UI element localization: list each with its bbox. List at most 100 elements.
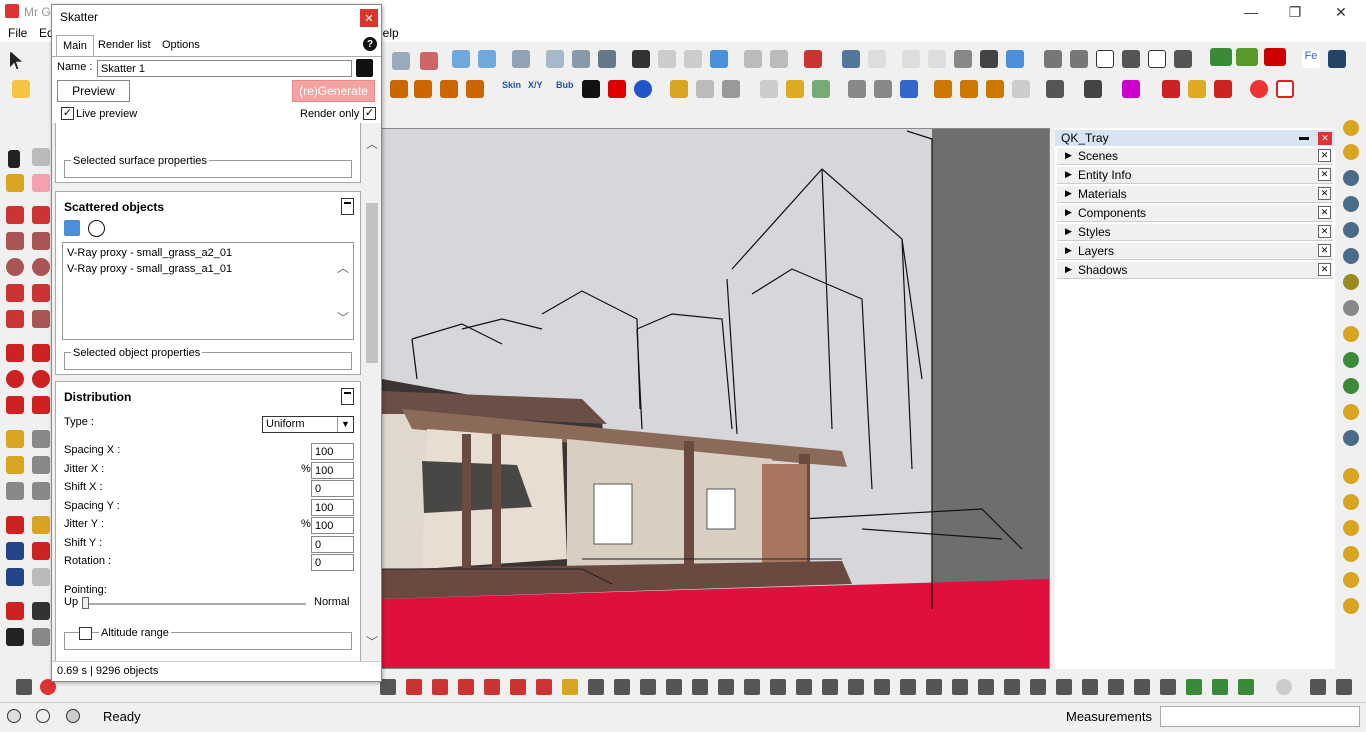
- list-scroll-up-icon[interactable]: ︿: [337, 259, 349, 276]
- zoom-icon[interactable]: [6, 542, 24, 560]
- tray-panel-entity-info[interactable]: ▶ Entity Info ✕: [1057, 167, 1333, 184]
- tray-panel-scenes[interactable]: ▶ Scenes ✕: [1057, 148, 1333, 165]
- house2-icon[interactable]: [1122, 50, 1140, 68]
- geo-location-icon[interactable]: [7, 709, 21, 723]
- push-n-icon[interactable]: [414, 80, 432, 98]
- select-tool-icon[interactable]: [10, 51, 22, 69]
- bottom-tool-1-icon[interactable]: [16, 679, 32, 695]
- dialog-scrollbar[interactable]: ︿ ﹀: [363, 123, 381, 663]
- tray-panel-styles[interactable]: ▶ Styles ✕: [1057, 224, 1333, 241]
- arrow-tool-icon[interactable]: [900, 80, 918, 98]
- spacing-x-input[interactable]: [311, 443, 354, 460]
- tag-icon[interactable]: [1343, 144, 1359, 160]
- freehand-icon[interactable]: [32, 206, 50, 224]
- close-panel-icon[interactable]: ✕: [1318, 244, 1331, 257]
- m-icon[interactable]: [1343, 120, 1359, 136]
- spacing-y-input[interactable]: [311, 499, 354, 516]
- look-around-icon[interactable]: [32, 602, 50, 620]
- line-icon[interactable]: [6, 206, 24, 224]
- bottom-tool-22-icon[interactable]: [874, 679, 890, 695]
- bottom-tool-16-icon[interactable]: [718, 679, 734, 695]
- scattered-objects-list[interactable]: V-Ray proxy - small_grass_a2_01 V-Ray pr…: [62, 242, 354, 340]
- plant-icon[interactable]: [1210, 48, 1232, 66]
- pause-icon[interactable]: [1343, 430, 1359, 446]
- bottom-tool-27-icon[interactable]: [1004, 679, 1020, 695]
- bottom-tool-36-icon[interactable]: [1238, 679, 1254, 695]
- section-tool-icon[interactable]: [32, 628, 50, 646]
- menu-help[interactable]: lelp: [380, 26, 399, 40]
- paint-tool-icon[interactable]: [12, 80, 30, 98]
- pencil-icon[interactable]: [804, 50, 822, 68]
- bottom-tool-20-icon[interactable]: [822, 679, 838, 695]
- tree-icon[interactable]: [1343, 352, 1359, 368]
- globe-icon[interactable]: [1343, 404, 1359, 420]
- pointing-slider-track[interactable]: [82, 603, 306, 605]
- circle-icon[interactable]: [6, 258, 24, 276]
- cursor-icon[interactable]: [1328, 50, 1346, 68]
- bottom-tool-39-icon[interactable]: [1336, 679, 1352, 695]
- bottom-tool-38-icon[interactable]: [1310, 679, 1326, 695]
- bottom-tool-30-icon[interactable]: [1082, 679, 1098, 695]
- tray-panel-materials[interactable]: ▶ Materials ✕: [1057, 186, 1333, 203]
- help-icon[interactable]: ?: [363, 37, 377, 51]
- bottom-tool-31-icon[interactable]: [1108, 679, 1124, 695]
- dome-icon[interactable]: [1343, 546, 1359, 562]
- redo-icon[interactable]: [392, 52, 410, 70]
- pointing-slider-handle[interactable]: [82, 597, 89, 609]
- remove-object-icon[interactable]: [88, 220, 105, 237]
- style-wire-icon[interactable]: [868, 50, 886, 68]
- eraser-icon[interactable]: [32, 174, 50, 192]
- tray-panel-components[interactable]: ▶ Components ✕: [1057, 205, 1333, 222]
- dimension-icon[interactable]: [32, 430, 50, 448]
- type-select[interactable]: Uniform ▼: [262, 416, 354, 433]
- sketch-tool-icon[interactable]: [934, 80, 952, 98]
- generate-button[interactable]: (re)Generate: [292, 80, 375, 102]
- move-axes-icon[interactable]: [710, 50, 728, 68]
- bottom-tool-4-icon[interactable]: [406, 679, 422, 695]
- close-panel-icon[interactable]: ✕: [1318, 225, 1331, 238]
- fe-icon[interactable]: Fe: [1302, 50, 1320, 68]
- house3-icon[interactable]: [1148, 50, 1166, 68]
- pie-icon[interactable]: [32, 310, 50, 328]
- walk-icon[interactable]: [6, 628, 24, 646]
- scrollbar-thumb[interactable]: [366, 203, 378, 363]
- pin-icon[interactable]: ▬: [1299, 132, 1309, 143]
- close-window-button[interactable]: ✕: [1318, 0, 1364, 24]
- add-object-icon[interactable]: [64, 220, 80, 236]
- close-panel-icon[interactable]: ✕: [1318, 149, 1331, 162]
- axes-icon[interactable]: [6, 482, 24, 500]
- bottom-tool-25-icon[interactable]: [952, 679, 968, 695]
- bottom-tool-33-icon[interactable]: [1160, 679, 1176, 695]
- c2-icon[interactable]: [1122, 80, 1140, 98]
- bottom-tool-9-icon[interactable]: [536, 679, 552, 695]
- altitude-range-checkbox[interactable]: [79, 627, 92, 640]
- rotated-rect-icon[interactable]: [32, 232, 50, 250]
- bottom-tool-37-icon[interactable]: [1276, 679, 1292, 695]
- cone-icon[interactable]: [1343, 494, 1359, 510]
- save-icon[interactable]: [356, 59, 373, 77]
- line-tool-icon[interactable]: [848, 80, 866, 98]
- spray-icon[interactable]: [1162, 80, 1180, 98]
- menu-file[interactable]: File: [8, 26, 27, 40]
- preview-button[interactable]: Preview: [57, 80, 130, 102]
- bottom-tool-12-icon[interactable]: [614, 679, 630, 695]
- cube3-icon[interactable]: [812, 80, 830, 98]
- collapse-distribution-button[interactable]: [341, 388, 354, 405]
- sketch3-icon[interactable]: [986, 80, 1004, 98]
- bottom-tool-8-icon[interactable]: [510, 679, 526, 695]
- jitter-y-input[interactable]: [311, 517, 354, 534]
- pyramid-icon[interactable]: [1343, 598, 1359, 614]
- push-x-icon[interactable]: [440, 80, 458, 98]
- cube-icon[interactable]: [760, 80, 778, 98]
- arc3-icon[interactable]: [6, 310, 24, 328]
- tri-icon[interactable]: [1343, 572, 1359, 588]
- minimize-button[interactable]: —: [1228, 0, 1274, 24]
- skin-icon[interactable]: Skin: [502, 80, 521, 90]
- bottom-tool-29-icon[interactable]: [1056, 679, 1072, 695]
- push-pull-icon[interactable]: [32, 344, 50, 362]
- bottom-tool-18-icon[interactable]: [770, 679, 786, 695]
- text-icon[interactable]: [32, 456, 50, 474]
- warehouse-icon[interactable]: [1044, 50, 1062, 68]
- offset-icon[interactable]: [32, 396, 50, 414]
- bottom-tool-32-icon[interactable]: [1134, 679, 1150, 695]
